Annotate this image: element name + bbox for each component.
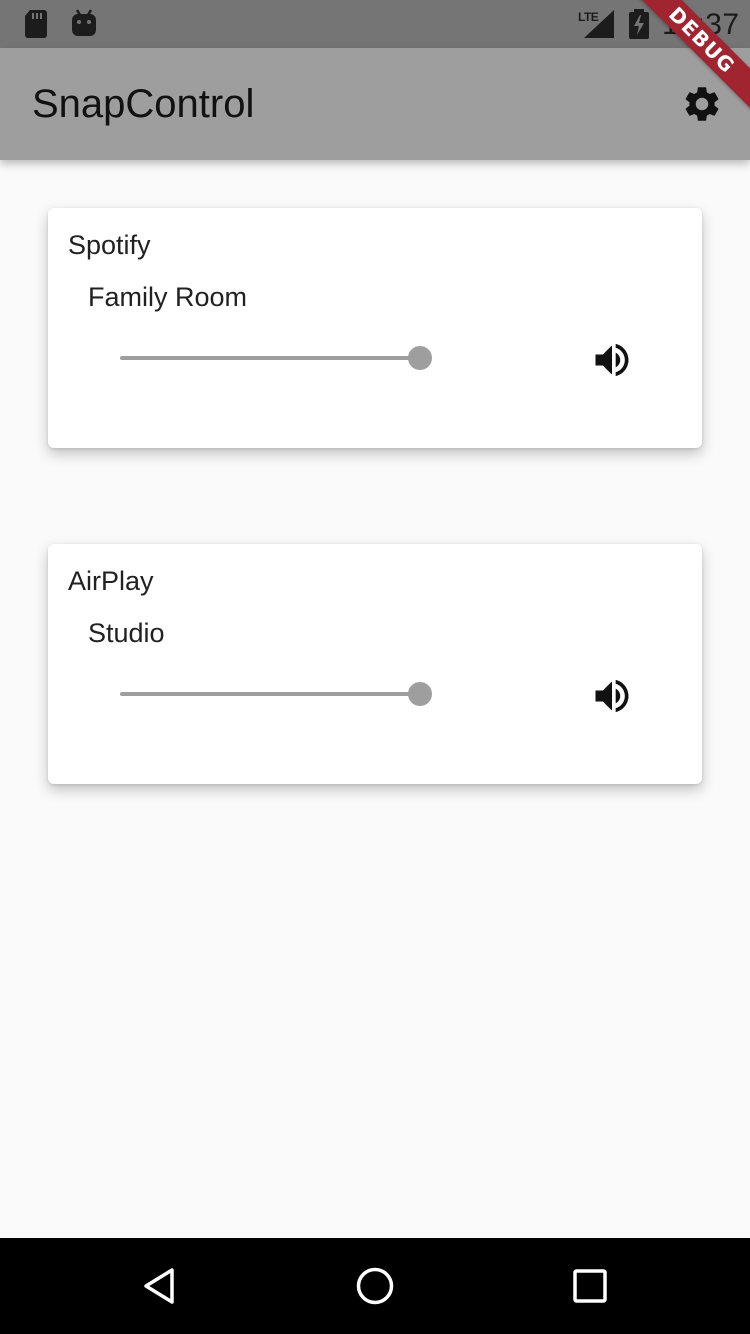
- settings-button[interactable]: [676, 78, 728, 130]
- home-icon: [356, 1267, 394, 1305]
- client-name: Family Room: [88, 282, 248, 312]
- status-bar: LTE 12:37: [0, 0, 750, 48]
- volume-slider[interactable]: [120, 346, 432, 370]
- battery-charging-icon: [629, 9, 649, 39]
- slider-track: [120, 356, 420, 360]
- back-button[interactable]: [136, 1262, 184, 1310]
- slider-track: [120, 692, 420, 696]
- stream-name: AirPlay: [68, 566, 154, 596]
- home-button[interactable]: [351, 1262, 399, 1310]
- mute-button[interactable]: [590, 338, 634, 382]
- mute-button[interactable]: [590, 674, 634, 718]
- client-name: Studio: [88, 618, 165, 648]
- group-card: AirPlay Studio: [48, 544, 702, 784]
- navigation-bar: [0, 1238, 750, 1334]
- volume-slider[interactable]: [120, 682, 432, 706]
- android-icon: [72, 9, 96, 36]
- app-title: SnapControl: [32, 82, 255, 126]
- sd-card-icon: [25, 10, 47, 38]
- volume-up-icon: [595, 679, 629, 713]
- stream-name: Spotify: [68, 230, 151, 260]
- settings-icon: [685, 87, 719, 121]
- back-icon: [144, 1268, 174, 1304]
- group-card: Spotify Family Room: [48, 208, 702, 448]
- app-bar: SnapControl: [0, 48, 750, 160]
- recents-button[interactable]: [566, 1262, 614, 1310]
- slider-thumb[interactable]: [408, 346, 432, 370]
- signal-icon: [584, 10, 614, 38]
- slider-thumb[interactable]: [408, 682, 432, 706]
- recents-icon: [573, 1269, 607, 1303]
- volume-up-icon: [595, 343, 629, 377]
